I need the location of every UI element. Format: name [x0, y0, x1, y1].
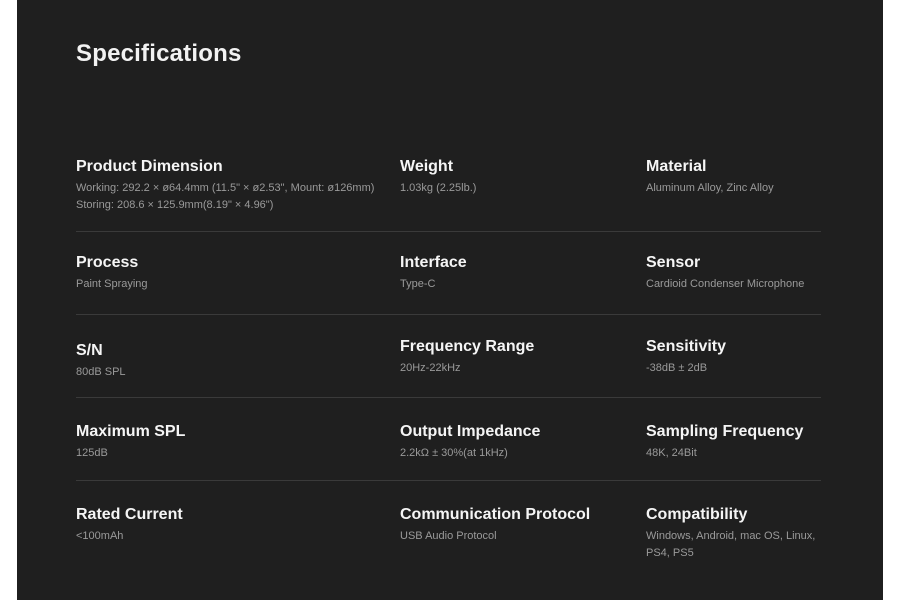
- spec-item-output-impedance: Output Impedance 2.2kΩ ± 30%(at 1kHz): [400, 422, 640, 462]
- spec-item-compatibility: Compatibility Windows, Android, mac OS, …: [646, 505, 821, 562]
- spec-value: 20Hz-22kHz: [400, 362, 461, 374]
- spec-value: <100mAh: [76, 530, 124, 542]
- spec-row: S/N 80dB SPL Frequency Range 20Hz-22kHz …: [76, 337, 821, 398]
- spec-label: Material: [646, 158, 707, 175]
- spec-row: Maximum SPL 125dB Output Impedance 2.2kΩ…: [76, 422, 821, 481]
- spec-value: 48K, 24Bit: [646, 447, 697, 459]
- spec-item-sn: S/N 80dB SPL: [76, 341, 396, 381]
- spec-value: -38dB ± 2dB: [646, 362, 708, 374]
- spec-item-sampling-frequency: Sampling Frequency 48K, 24Bit: [646, 422, 821, 462]
- specifications-panel: Specifications Product Dimension Working…: [17, 0, 883, 600]
- spec-label: Weight: [400, 158, 454, 175]
- spec-label: Product Dimension: [76, 158, 223, 175]
- spec-label: Sensor: [646, 254, 701, 271]
- spec-label: Maximum SPL: [76, 423, 186, 440]
- spec-label: Output Impedance: [400, 423, 541, 440]
- spec-value: 2.2kΩ ± 30%(at 1kHz): [400, 447, 508, 459]
- spec-label: Process: [76, 254, 139, 271]
- spec-label: Rated Current: [76, 506, 183, 523]
- spec-item-process: Process Paint Spraying: [76, 253, 396, 293]
- spec-label: Sampling Frequency: [646, 423, 804, 440]
- spec-label: Frequency Range: [400, 338, 535, 355]
- page-title: Specifications: [76, 40, 242, 67]
- spec-item-interface: Interface Type-C: [400, 253, 640, 293]
- spec-value: Working: 292.2 × ø64.4mm (11.5" × ø2.53"…: [76, 182, 375, 211]
- spec-value: Paint Spraying: [76, 278, 148, 290]
- spec-item-frequency-range: Frequency Range 20Hz-22kHz: [400, 337, 640, 377]
- spec-value: 125dB: [76, 447, 108, 459]
- spec-item-communication-protocol: Communication Protocol USB Audio Protoco…: [400, 505, 640, 545]
- spec-item-sensor: Sensor Cardioid Condenser Microphone: [646, 253, 821, 293]
- spec-item-rated-current: Rated Current <100mAh: [76, 505, 396, 545]
- spec-label: Sensitivity: [646, 338, 727, 355]
- spec-label: S/N: [76, 342, 103, 359]
- spec-value: Aluminum Alloy, Zinc Alloy: [646, 182, 774, 194]
- spec-item-maximum-spl: Maximum SPL 125dB: [76, 422, 396, 462]
- spec-value: 80dB SPL: [76, 366, 126, 378]
- spec-item-weight: Weight 1.03kg (2.25lb.): [400, 157, 640, 197]
- spec-value: Type-C: [400, 278, 436, 290]
- spec-value: Windows, Android, mac OS, Linux, PS4, PS…: [646, 530, 816, 559]
- spec-label: Communication Protocol: [400, 506, 591, 523]
- spec-item-sensitivity: Sensitivity -38dB ± 2dB: [646, 337, 821, 377]
- spec-value: Cardioid Condenser Microphone: [646, 278, 805, 290]
- spec-row: Process Paint Spraying Interface Type-C …: [76, 253, 821, 315]
- spec-label: Compatibility: [646, 506, 748, 523]
- spec-label: Interface: [400, 254, 467, 271]
- spec-item-material: Material Aluminum Alloy, Zinc Alloy: [646, 157, 821, 197]
- spec-value: 1.03kg (2.25lb.): [400, 182, 477, 194]
- spec-item-product-dimension: Product Dimension Working: 292.2 × ø64.4…: [76, 157, 396, 214]
- spec-row: Rated Current <100mAh Communication Prot…: [76, 505, 821, 565]
- spec-row: Product Dimension Working: 292.2 × ø64.4…: [76, 157, 821, 232]
- spec-value: USB Audio Protocol: [400, 530, 497, 542]
